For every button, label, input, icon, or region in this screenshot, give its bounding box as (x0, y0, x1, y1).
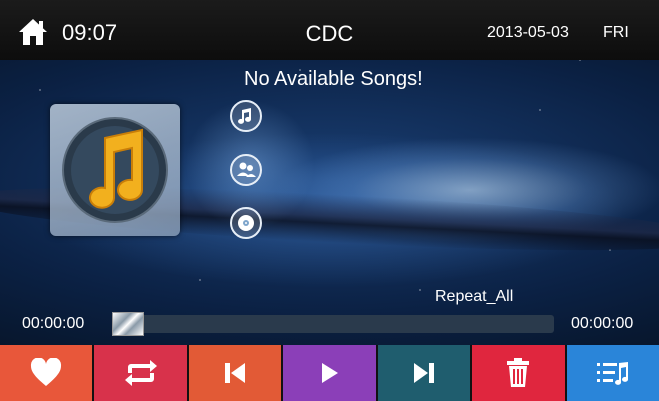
disc-icon (238, 215, 254, 231)
repeat-button[interactable] (94, 345, 187, 401)
favorite-button[interactable] (0, 345, 93, 401)
album-source-button[interactable] (230, 207, 262, 239)
music-source-button[interactable] (230, 100, 262, 132)
album-art (50, 104, 180, 236)
elapsed-time: 00:00:00 (22, 315, 85, 332)
heart-icon (31, 358, 62, 386)
music-note-icon (238, 108, 252, 124)
people-icon (237, 162, 256, 177)
skip-previous-icon (225, 363, 246, 383)
next-button[interactable] (377, 345, 471, 401)
progress-thumb[interactable] (112, 312, 144, 336)
play-button[interactable] (283, 345, 376, 401)
playlist-button[interactable] (566, 345, 659, 401)
media-player-screen: 09:07 CDC 2013-05-03 FRI No Available So… (0, 0, 659, 401)
date: 2013-05-03 (487, 24, 569, 41)
progress-bar[interactable] (112, 315, 554, 333)
status-bar: 09:07 CDC 2013-05-03 FRI (0, 0, 659, 60)
trash-icon (507, 358, 530, 387)
control-bar (0, 345, 659, 401)
status-message: No Available Songs! (244, 68, 423, 90)
repeat-icon (124, 360, 157, 386)
play-icon (322, 363, 339, 383)
artist-source-button[interactable] (230, 154, 262, 186)
delete-button[interactable] (472, 345, 565, 401)
repeat-mode-label: Repeat_All (435, 288, 514, 305)
skip-next-icon (413, 363, 434, 383)
total-time: 00:00:00 (571, 315, 634, 332)
weekday: FRI (603, 24, 629, 41)
playlist-icon (596, 362, 628, 385)
previous-button[interactable] (188, 345, 282, 401)
